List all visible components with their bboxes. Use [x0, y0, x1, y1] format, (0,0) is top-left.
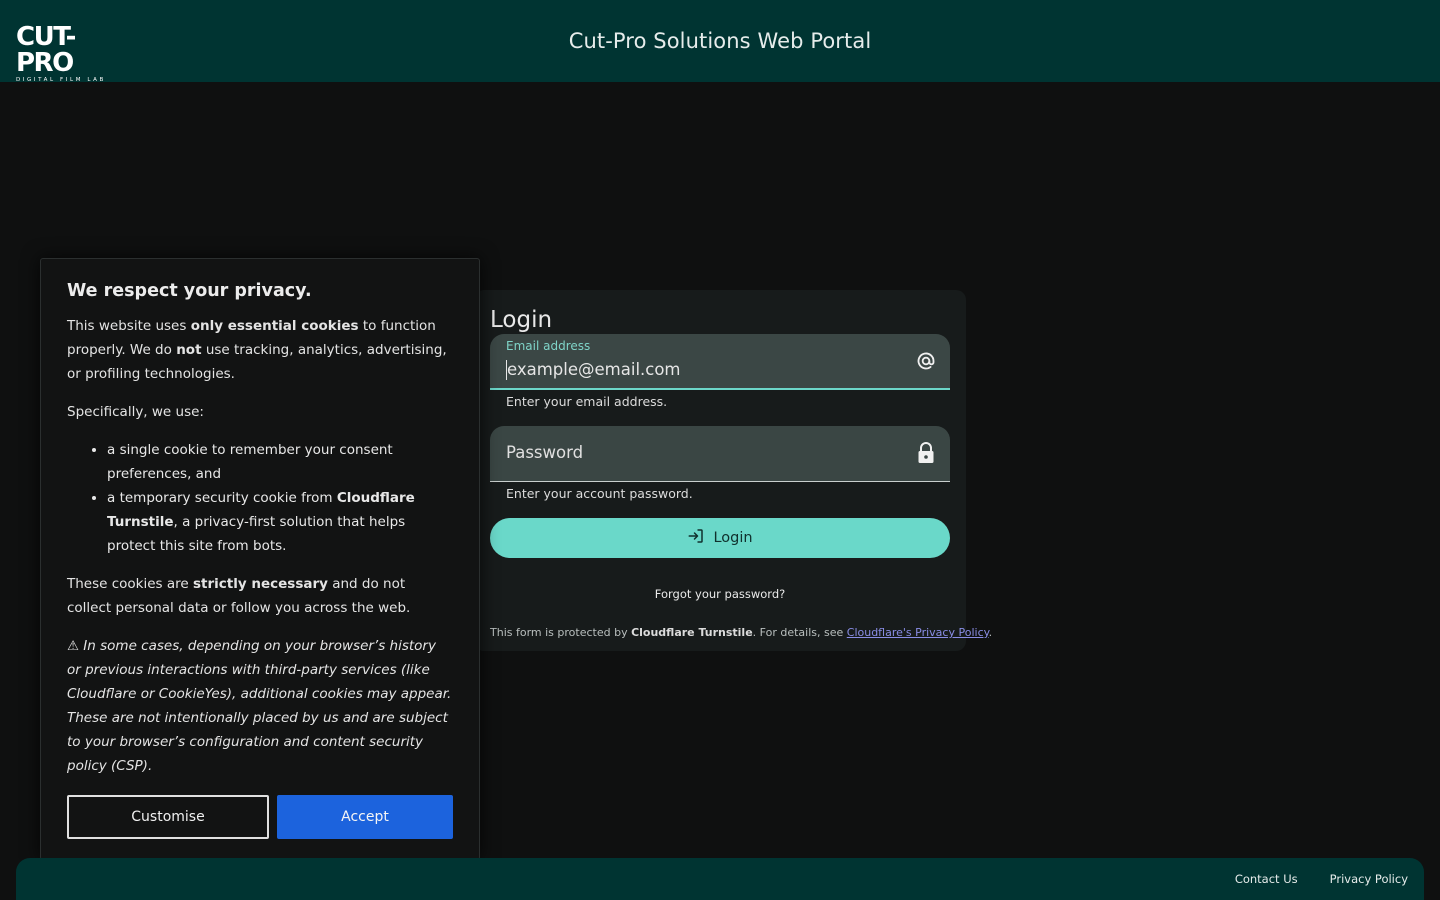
footer-links: Contact Us Privacy Policy — [1235, 872, 1408, 886]
login-icon — [687, 527, 705, 549]
password-helper-text: Enter your account password. — [506, 486, 693, 501]
footer-bar: Contact Us Privacy Policy — [16, 858, 1424, 900]
email-field-label: Email address — [506, 339, 591, 353]
login-button-label: Login — [713, 530, 753, 546]
email-field[interactable]: Email address example@email.com — [490, 334, 950, 390]
cookie-emphasis: strictly necessary — [193, 576, 328, 592]
password-input[interactable]: Password — [506, 443, 583, 462]
customise-button[interactable]: Customise — [67, 795, 269, 839]
logo-wordmark: CUT-PRO — [16, 22, 76, 78]
page-title: Cut-Pro Solutions Web Portal — [568, 29, 872, 53]
login-card: Login Email address example@email.com En… — [474, 290, 992, 651]
login-button[interactable]: Login — [490, 518, 950, 558]
cookie-list: a single cookie to remember your consent… — [107, 438, 453, 558]
login-heading: Login — [490, 307, 553, 333]
cookie-warning: ⚠ In some cases, depending on your brows… — [67, 638, 452, 774]
cookie-specifically: Specifically, we use: — [67, 404, 204, 420]
notice-suffix: . — [988, 626, 993, 639]
cutpro-logo[interactable]: CUT-PRO DIGITAL FILM LAB — [16, 24, 120, 83]
notice-mid: . For details, see — [752, 626, 847, 639]
privacy-policy-link[interactable]: Privacy Policy — [1330, 872, 1408, 886]
cloudflare-privacy-link[interactable]: Cloudflare's Privacy Policy — [847, 626, 989, 639]
at-sign-icon — [914, 349, 938, 373]
cookie-emphasis: not — [176, 342, 202, 358]
cookie-consent-dialog: We respect your privacy. This website us… — [40, 258, 480, 860]
lock-icon — [914, 441, 938, 465]
cookie-text: This website uses — [67, 318, 191, 334]
notice-prefix: This form is protected by — [490, 626, 632, 639]
cookie-title: We respect your privacy. — [67, 281, 312, 301]
cookie-intro: This website uses only essential cookies… — [67, 314, 453, 386]
cookie-text: a temporary security cookie from — [107, 490, 337, 506]
forgot-password-link[interactable]: Forgot your password? — [474, 587, 966, 601]
email-input[interactable]: example@email.com — [506, 360, 681, 380]
list-item: a temporary security cookie from Cloudfl… — [107, 486, 453, 558]
top-header: CUT-PRO DIGITAL FILM LAB Cut-Pro Solutio… — [0, 0, 1440, 83]
contact-us-link[interactable]: Contact Us — [1235, 872, 1298, 886]
cookie-actions: Customise Accept — [67, 795, 453, 839]
accept-button[interactable]: Accept — [277, 795, 453, 839]
cookie-text: These cookies are — [67, 576, 194, 592]
notice-brand: Cloudflare Turnstile — [631, 626, 753, 639]
logo-tagline: DIGITAL FILM LAB — [16, 77, 106, 83]
turnstile-notice: This form is protected by Cloudflare Tur… — [490, 626, 992, 639]
cookie-necessary: These cookies are strictly necessary and… — [67, 572, 453, 620]
password-field[interactable]: Password — [490, 426, 950, 482]
cookie-emphasis: only essential cookies — [190, 318, 359, 334]
list-item: a single cookie to remember your consent… — [107, 438, 453, 486]
email-helper-text: Enter your email address. — [506, 394, 668, 409]
